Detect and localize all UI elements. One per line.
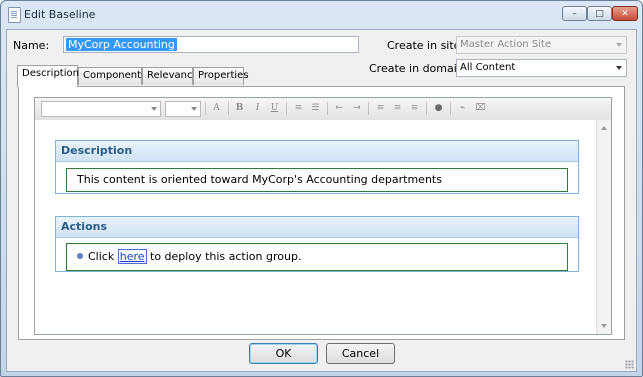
tab-properties[interactable]: Properties: [193, 67, 249, 85]
editor-content[interactable]: Description This content is oriented tow…: [35, 120, 597, 334]
chevron-down-icon: [191, 107, 197, 111]
title-bar[interactable]: Edit Baseline – □ ✕: [1, 1, 642, 29]
toolbar-separator: [327, 102, 328, 115]
link-icon[interactable]: ●: [432, 102, 445, 115]
tab-relevance[interactable]: Relevance: [142, 67, 199, 85]
bold-icon[interactable]: B: [233, 102, 246, 115]
ok-button[interactable]: OK: [249, 343, 318, 364]
description-text[interactable]: This content is oriented toward MyCorp's…: [66, 168, 568, 192]
name-input[interactable]: MyCorp Accounting: [63, 36, 359, 53]
tab-components[interactable]: Components: [78, 67, 146, 85]
resize-grip-icon[interactable]: [625, 360, 634, 369]
bulleted-list-icon[interactable]: ☰: [309, 102, 322, 115]
site-value: Master Action Site: [460, 39, 552, 50]
action-prefix: Click: [88, 250, 118, 263]
edit-baseline-window: Edit Baseline – □ ✕ Name: MyCorp Account…: [0, 0, 643, 377]
toolbar-separator: [205, 102, 206, 115]
chevron-down-icon: [616, 66, 622, 70]
font-family-select[interactable]: [41, 101, 161, 117]
scroll-down-arrow-icon[interactable]: [601, 324, 607, 328]
numbered-list-icon[interactable]: ≡: [292, 102, 305, 115]
actions-section: Actions Click here to deploy this action…: [55, 216, 579, 272]
editor-toolbar: A B I U ≡ ☰ ⇤ ⇥ ≡ ≡ ≡ ● ⌁ ⌧: [35, 98, 611, 121]
description-section: Description This content is oriented tow…: [55, 140, 579, 194]
toolbar-separator: [426, 102, 427, 115]
site-label: Create in site:: [387, 39, 465, 52]
font-size-select[interactable]: [165, 101, 201, 117]
toolbar-separator: [228, 102, 229, 115]
site-select: Master Action Site: [456, 36, 627, 54]
actions-heading: Actions: [56, 217, 578, 238]
chevron-down-icon: [151, 107, 157, 111]
here-link[interactable]: here: [117, 249, 147, 264]
actions-text[interactable]: Click here to deploy this action group.: [66, 243, 568, 271]
font-color-icon[interactable]: A: [210, 102, 223, 115]
editor-vertical-scrollbar[interactable]: [596, 120, 611, 334]
dialog-body: Name: MyCorp Accounting Create in site: …: [6, 29, 637, 372]
toolbar-separator: [286, 102, 287, 115]
clear-format-icon[interactable]: ⌁: [456, 102, 469, 115]
align-left-icon[interactable]: ≡: [374, 102, 387, 115]
html-source-icon[interactable]: ⌧: [474, 102, 487, 115]
outdent-icon[interactable]: ⇤: [333, 102, 346, 115]
italic-icon[interactable]: I: [251, 102, 264, 115]
domain-value: All Content: [460, 62, 516, 73]
description-heading: Description: [56, 141, 578, 162]
rich-text-editor: A B I U ≡ ☰ ⇤ ⇥ ≡ ≡ ≡ ● ⌁ ⌧ Description …: [34, 97, 612, 335]
align-center-icon[interactable]: ≡: [391, 102, 404, 115]
action-suffix: to deploy this action group.: [146, 250, 302, 263]
indent-icon[interactable]: ⇥: [350, 102, 363, 115]
align-right-icon[interactable]: ≡: [408, 102, 421, 115]
bullet-icon: [77, 253, 83, 259]
toolbar-separator: [368, 102, 369, 115]
minimize-button[interactable]: –: [562, 6, 587, 21]
name-value: MyCorp Accounting: [66, 38, 177, 51]
close-button[interactable]: ✕: [612, 6, 638, 21]
underline-icon[interactable]: U: [268, 102, 281, 115]
description-tab-panel: A B I U ≡ ☰ ⇤ ⇥ ≡ ≡ ≡ ● ⌁ ⌧ Description …: [18, 86, 625, 340]
cancel-button[interactable]: Cancel: [326, 343, 395, 364]
scroll-up-arrow-icon[interactable]: [601, 126, 607, 130]
chevron-down-icon: [616, 43, 622, 47]
domain-label: Create in domain:: [369, 62, 468, 75]
maximize-button[interactable]: □: [587, 6, 612, 21]
window-title: Edit Baseline: [24, 8, 96, 21]
domain-select[interactable]: All Content: [456, 59, 627, 77]
tab-description[interactable]: Description: [17, 65, 79, 87]
document-icon: [8, 7, 21, 23]
toolbar-separator: [450, 102, 451, 115]
name-label: Name:: [13, 39, 50, 52]
